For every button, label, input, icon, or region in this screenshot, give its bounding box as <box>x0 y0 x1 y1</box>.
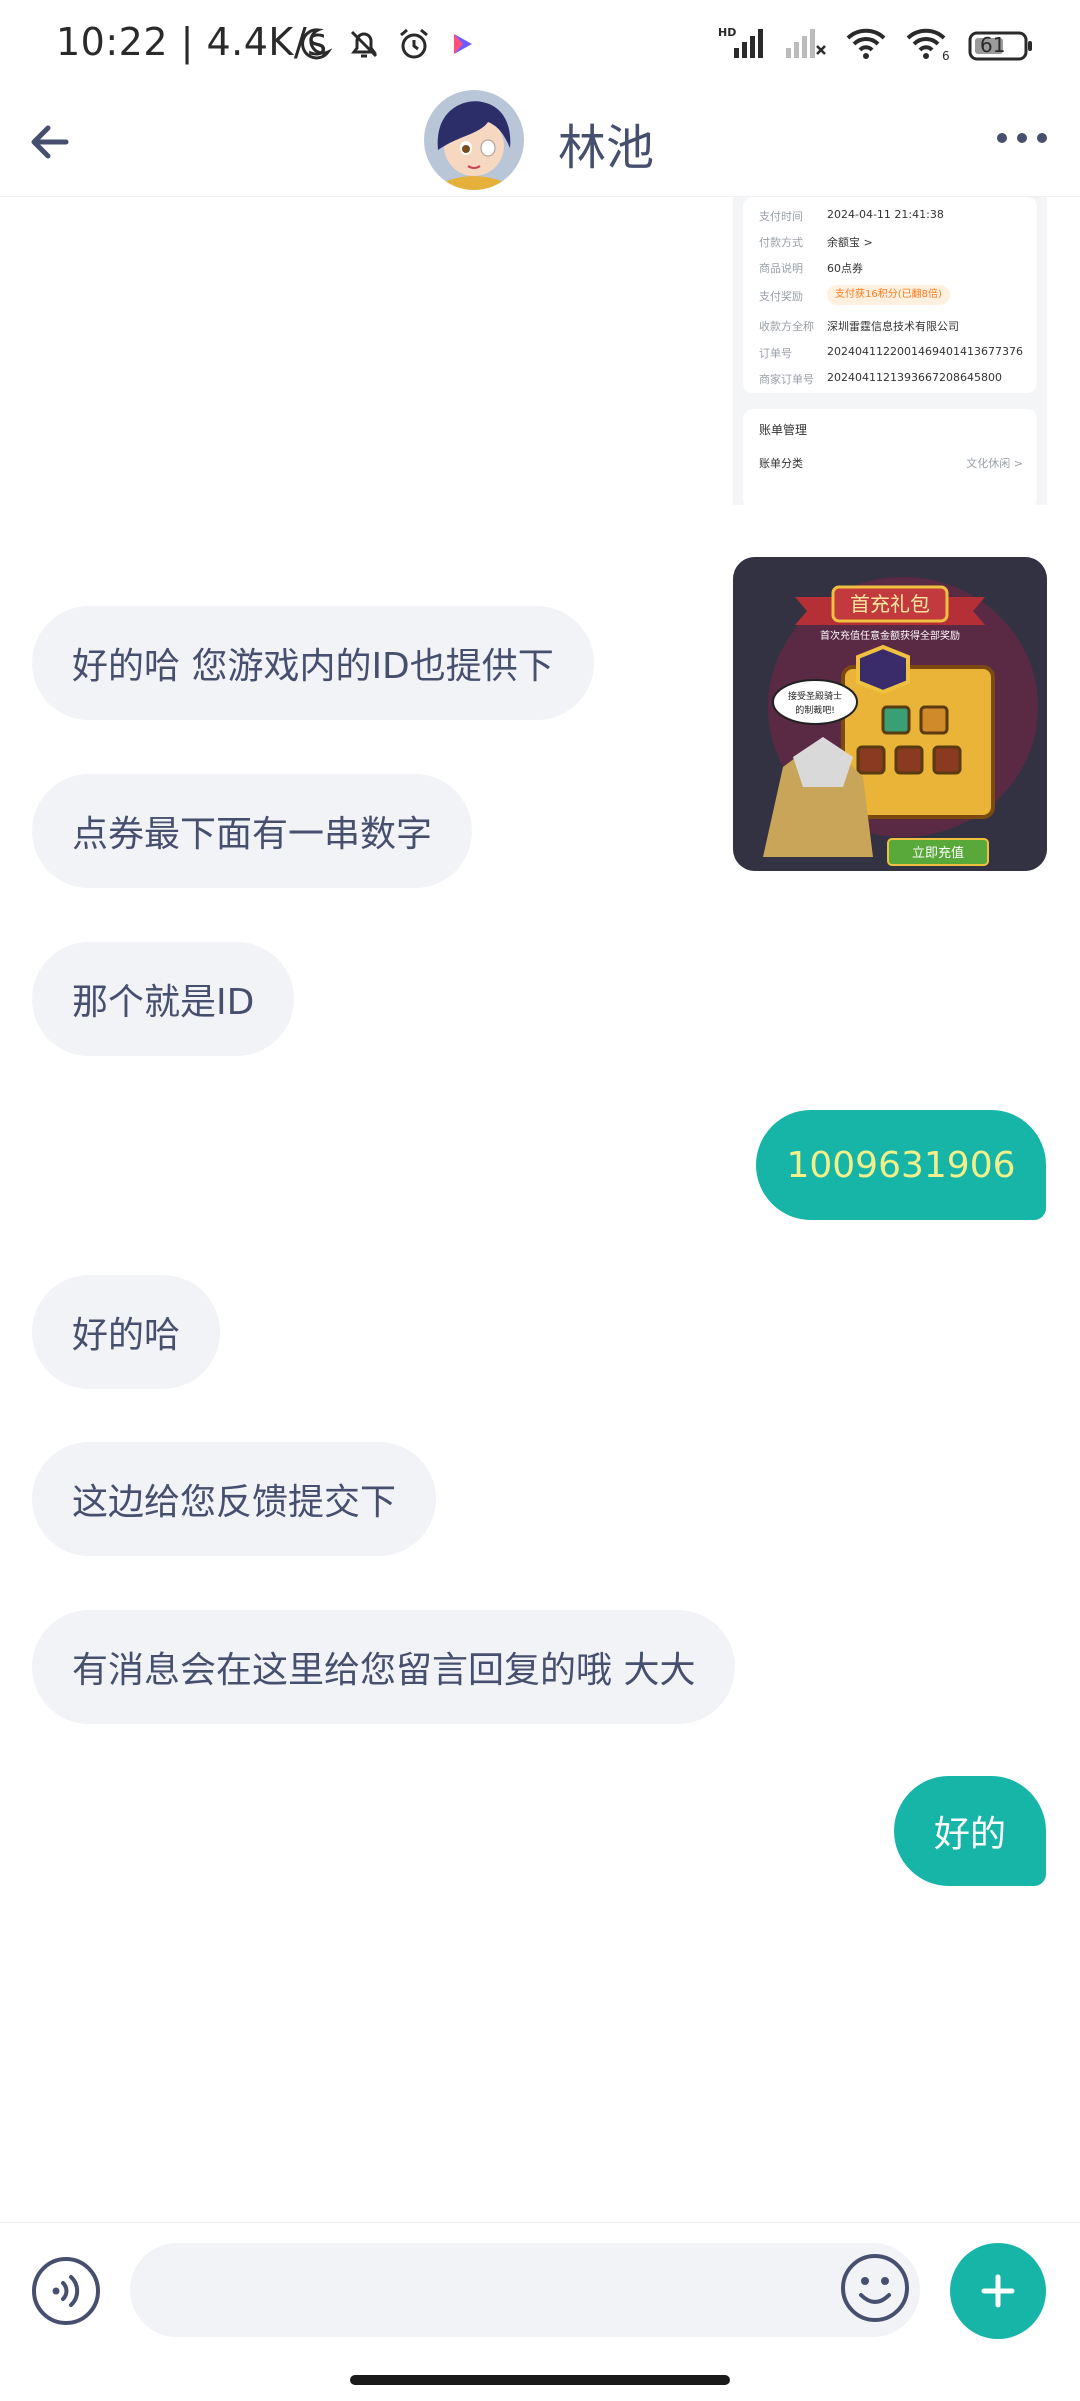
emoji-button[interactable] <box>838 2251 912 2325</box>
svg-text:的制裁吧!: 的制裁吧! <box>795 704 835 716</box>
receipt-reward-badge: 支付获16积分(已翻8倍) <box>827 285 950 305</box>
receipt-category-value: 文化休闲 > <box>966 457 1023 470</box>
signal-hd-icon: HD <box>718 26 768 66</box>
moon-icon <box>296 26 333 66</box>
receipt-label: 收款方全称 <box>759 320 814 333</box>
battery-icon: 61 <box>968 30 1034 62</box>
more-dots-icon <box>997 133 1047 143</box>
svg-text:立即充值: 立即充值 <box>912 845 964 861</box>
svg-text:6: 6 <box>942 49 950 62</box>
more-button[interactable] <box>992 118 1052 158</box>
signal-x-icon <box>784 26 828 66</box>
receipt-value: 20240411213936672086458​00 <box>827 371 1002 384</box>
status-icons-right: HD 6 61 <box>718 26 1034 66</box>
receipt-label: 付款方式 <box>759 236 803 249</box>
svg-text:接受圣殿骑士: 接受圣殿骑士 <box>788 690 842 702</box>
receipt-detail-card: 支付时间 2024-04-11 21:41:38 付款方式 余额宝 > 商品说明… <box>743 197 1037 393</box>
receipt-value: 余额宝 > <box>827 236 873 249</box>
voice-input-button[interactable] <box>30 2255 102 2327</box>
message-bubble-outgoing[interactable]: 1009631906 <box>756 1110 1046 1220</box>
svg-text:首次充值任意金额获得全部奖励: 首次充值任意金额获得全部奖励 <box>820 629 960 642</box>
receipt-manage-card: 账单管理 账单分类 文化休闲 > <box>743 409 1037 505</box>
back-arrow-icon <box>31 125 69 159</box>
back-button[interactable] <box>20 112 80 172</box>
message-bubble-incoming[interactable]: 好的哈 您游戏内的ID也提供下 <box>32 606 594 720</box>
wifi6-icon: 6 <box>904 26 952 66</box>
receipt-label: 订单号 <box>759 347 792 360</box>
receipt-label: 商品说明 <box>759 262 803 275</box>
emoji-icon <box>841 2254 909 2322</box>
message-bubble-incoming[interactable]: 有消息会在这里给您留言回复的哦 大大 <box>32 1610 736 1724</box>
message-bubble-outgoing[interactable]: 好的 <box>894 1776 1046 1886</box>
status-time-speed: 10:22 | 4.4K/s <box>56 20 328 64</box>
receipt-section-title: 账单管理 <box>759 423 808 437</box>
message-input[interactable] <box>130 2243 920 2337</box>
svg-text:首充礼包: 首充礼包 <box>850 592 930 616</box>
chat-input-bar <box>0 2222 1080 2401</box>
status-bar: 10:22 | 4.4K/s HD 6 61 <box>0 0 1080 90</box>
receipt-label: 商家订单号 <box>759 373 814 386</box>
message-bubble-incoming[interactable]: 点券最下面有一串数字 <box>32 774 473 888</box>
contact-name: 林池 <box>558 120 655 176</box>
status-icons-left <box>296 26 476 66</box>
receipt-value: 2024-04-11 21:41:38 <box>827 208 944 221</box>
contact-avatar[interactable] <box>424 90 524 190</box>
alarm-icon <box>396 26 432 66</box>
plus-button[interactable] <box>950 2243 1046 2339</box>
bell-off-icon <box>346 26 382 66</box>
payment-receipt-image[interactable]: 支付时间 2024-04-11 21:41:38 付款方式 余额宝 > 商品说明… <box>733 197 1047 505</box>
home-indicator[interactable] <box>350 2375 730 2385</box>
receipt-value: 2024041122001469401413677376 <box>827 345 1023 358</box>
wifi-icon <box>844 26 888 66</box>
plus-icon <box>981 2274 1015 2308</box>
message-bubble-incoming[interactable]: 好的哈 <box>32 1275 221 1389</box>
receipt-value: 60点券 <box>827 262 863 275</box>
voice-icon <box>32 2257 100 2325</box>
game-promo-image[interactable]: 首充礼包 首次充值任意金额获得全部奖励 接受圣殿骑士 的制裁吧! 立即充值 <box>733 557 1047 871</box>
receipt-label: 支付时间 <box>759 210 803 223</box>
battery-level: 61 <box>980 33 1006 57</box>
svg-text:HD: HD <box>718 26 736 39</box>
receipt-value: 深圳雷霆信息技术有限公司 <box>827 320 959 333</box>
message-bubble-incoming[interactable]: 这边给您反馈提交下 <box>32 1442 437 1556</box>
chat-header: 林池 <box>0 90 1080 197</box>
video-app-icon <box>446 29 476 63</box>
receipt-label: 支付奖励 <box>759 290 803 303</box>
message-bubble-incoming[interactable]: 那个就是ID <box>32 942 295 1056</box>
receipt-category-label: 账单分类 <box>759 457 803 470</box>
chat-message-list[interactable]: 支付时间 2024-04-11 21:41:38 付款方式 余额宝 > 商品说明… <box>0 197 1080 2222</box>
